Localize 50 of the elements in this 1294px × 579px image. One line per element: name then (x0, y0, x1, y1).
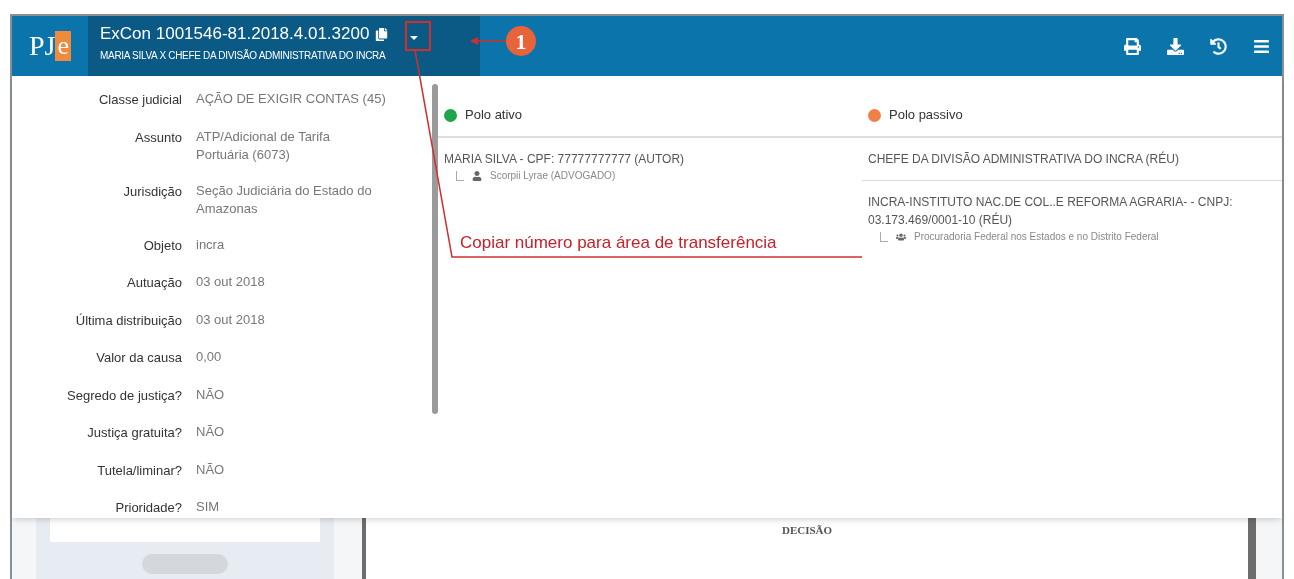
field-label: Assunto (134, 128, 182, 147)
person-icon (472, 170, 482, 181)
field-label: Prioridade? (114, 499, 182, 517)
print-icon (1124, 37, 1141, 55)
parties-subtitle: MARIA SILVA X CHEFE DA DIVISÃO ADMINISTRATIVA DO INCRA (100, 48, 387, 63)
field-label: Valor da causa (95, 349, 182, 367)
group-icon (896, 231, 906, 242)
field-value: 03 out 2018 (196, 273, 266, 291)
pole-title: Polo ativo (465, 105, 523, 124)
document-heading: DECISÃO (781, 523, 833, 538)
field-value: NÃO (196, 423, 226, 441)
field-value: NÃO (196, 385, 226, 404)
field-label: Tutela/liminar? (96, 461, 182, 480)
field-label: Segredo de justiça? (66, 386, 182, 405)
field-label: Última distribuição (74, 311, 182, 330)
field-value: NÃO (196, 460, 226, 479)
highlight-frame (405, 21, 431, 51)
download-icon (1167, 37, 1184, 55)
caret-icon[interactable] (410, 36, 419, 40)
process-number: ExCon 1001546-81.2018.4.01.3200 (100, 24, 370, 44)
callout-text: Copiar número para área de transferência (460, 232, 777, 254)
representative-name: Procuradoria Federal nos Estados e no Distrito Federal (914, 230, 1159, 244)
representative-name: Scorpii Lyrae (ADVOGADO) (490, 169, 616, 183)
pole-title: Polo passivo (889, 105, 963, 124)
menu-icon (1253, 37, 1270, 55)
field-value: Seção Judiciária do Estado do Amazonas (196, 181, 373, 218)
pointer-arrow (470, 37, 507, 45)
field-label: Justiça gratuita? (86, 424, 182, 442)
field-value: ATP/Adicional de Tarifa Portuária (6073) (196, 127, 331, 164)
print-button[interactable] (1124, 37, 1141, 55)
field-value: 0,00 (196, 348, 223, 366)
field-label: Jurisdição (122, 182, 182, 201)
history-button[interactable] (1210, 37, 1227, 55)
field-value: SIM (196, 498, 221, 516)
field-value: 03 out 2018 (196, 310, 266, 329)
menu-button[interactable] (1253, 37, 1270, 55)
field-label: Classe judicial (97, 91, 182, 109)
download-button[interactable] (1167, 37, 1184, 55)
copy-icon (375, 27, 389, 41)
party-name: MARIA SILVA - CPF: 77777777777 (AUTOR) (444, 151, 686, 168)
field-value: AÇÃO DE EXIGIR CONTAS (45) (196, 90, 386, 108)
pje-logo: PJe (28, 29, 72, 63)
party-name: INCRA-INSTITUTO NAC.DE COL..E REFORMA AGRARIA- - CNPJ: 03.173.469/0001-10 (RÉU) (868, 194, 1234, 229)
field-value: incra (196, 235, 226, 254)
field-label: Objeto (142, 236, 182, 255)
party-name: CHEFE DA DIVISÃO ADMINISTRATIVA DO INCRA (RÉU) (868, 150, 1180, 168)
tree-connector-icon (880, 231, 888, 242)
tree-connector-icon (456, 170, 464, 181)
history-icon (1210, 37, 1227, 55)
field-label: Autuação (126, 274, 182, 292)
